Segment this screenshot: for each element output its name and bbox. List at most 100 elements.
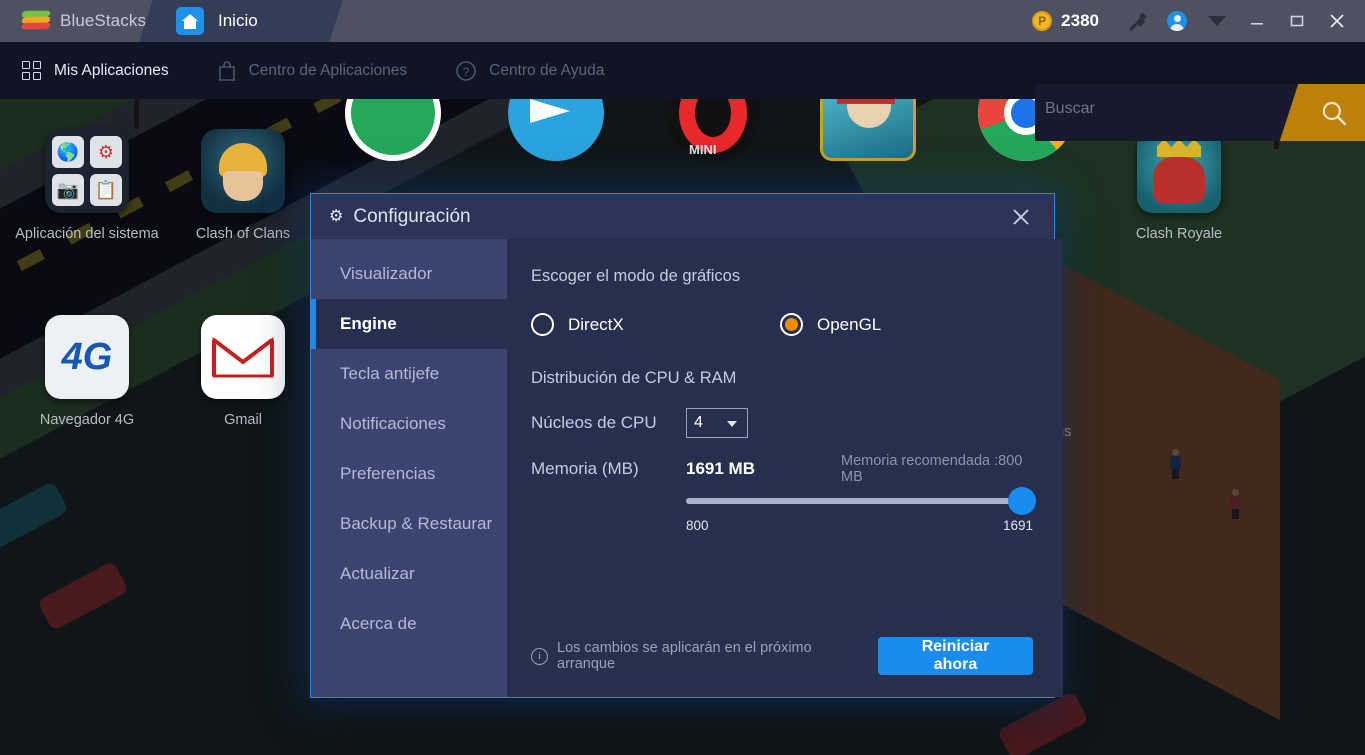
sidebar-item-tecla-antijefe[interactable]: Tecla antijefe bbox=[311, 349, 507, 399]
minimize-button[interactable] bbox=[1237, 0, 1277, 42]
tab-inicio[interactable]: Inicio bbox=[139, 0, 343, 42]
tab-inicio-label: Inicio bbox=[218, 11, 258, 30]
memory-slider-max: 1691 bbox=[1002, 518, 1033, 533]
bag-icon bbox=[218, 60, 235, 81]
brand-area: BlueStacks bbox=[0, 0, 160, 42]
info-icon: i bbox=[531, 647, 548, 665]
sidebar-label-notificaciones: Notificaciones bbox=[340, 414, 446, 433]
app-tile-navegador-4g[interactable]: 4G Navegador 4G bbox=[12, 315, 162, 430]
clash-royale-icon bbox=[1137, 129, 1221, 213]
memory-slider-min: 800 bbox=[686, 518, 709, 533]
memory-slider-ticks: 800 1691 bbox=[686, 518, 1033, 533]
sidebar-label-engine: Engine bbox=[340, 314, 397, 333]
app-tile-clash-of-clans[interactable]: Clash of Clans bbox=[168, 129, 318, 244]
system-app-icon: 🌎 ⚙ 📷 📋 bbox=[45, 129, 129, 213]
clash-of-clans-icon bbox=[201, 129, 285, 213]
coin-icon: P bbox=[1032, 11, 1053, 31]
dialog-sidebar: Visualizador Engine Tecla antijefe Notif… bbox=[311, 239, 507, 697]
memory-slider-thumb[interactable] bbox=[1008, 487, 1036, 515]
sidebar-item-engine[interactable]: Engine bbox=[311, 299, 507, 349]
sidebar-item-preferencias[interactable]: Preferencias bbox=[311, 449, 507, 499]
app-tile-aplicacion-del-sistema[interactable]: 🌎 ⚙ 📷 📋 Aplicación del sistema bbox=[12, 129, 162, 244]
search-icon bbox=[1320, 99, 1348, 127]
avatar-icon[interactable] bbox=[1157, 0, 1197, 42]
bluestacks-logo-icon bbox=[20, 10, 52, 32]
memory-slider-track[interactable] bbox=[686, 498, 1033, 504]
svg-text:?: ? bbox=[463, 65, 470, 79]
nav-item-centro-de-aplicaciones[interactable]: Centro de Aplicaciones bbox=[217, 42, 434, 99]
sidebar-item-acerca-de[interactable]: Acerca de bbox=[311, 599, 507, 649]
restart-now-button[interactable]: Reiniciar ahora bbox=[878, 637, 1033, 675]
maximize-button[interactable] bbox=[1277, 0, 1317, 42]
coin-counter[interactable]: P 2380 bbox=[1032, 11, 1099, 31]
graphics-section-title: Escoger el modo de gráficos bbox=[531, 267, 741, 285]
title-bar: BlueStacks Inicio P 2380 bbox=[0, 0, 1365, 42]
nav-label-centro-de-ayuda: Centro de Ayuda bbox=[489, 61, 605, 79]
cpu-cores-value: 4 bbox=[694, 414, 703, 431]
radio-mark-directx bbox=[531, 313, 554, 336]
close-icon[interactable] bbox=[1004, 200, 1038, 234]
radio-option-directx[interactable]: DirectX bbox=[531, 313, 780, 336]
radio-label-opengl: OpenGL bbox=[817, 314, 882, 334]
grid-icon bbox=[22, 60, 42, 81]
memory-label: Memoria (MB) bbox=[531, 459, 639, 478]
nav-label-mis-aplicaciones: Mis Aplicaciones bbox=[54, 61, 169, 79]
chevron-down-icon[interactable] bbox=[1197, 0, 1237, 42]
sidebar-label-acerca-de: Acerca de bbox=[340, 614, 417, 633]
memory-value: 1691 MB bbox=[686, 459, 755, 478]
nav-item-mis-aplicaciones[interactable]: Mis Aplicaciones bbox=[22, 42, 195, 99]
app-tile-gmail[interactable]: Gmail bbox=[168, 315, 318, 430]
cpu-cores-label: Núcleos de CPU bbox=[531, 413, 657, 432]
dialog-header: ⚙ Configuración bbox=[311, 194, 1054, 239]
settings-dialog: ⚙ Configuración Visualizador Engine Tecl… bbox=[310, 193, 1063, 698]
sidebar-item-visualizador[interactable]: Visualizador bbox=[311, 249, 507, 299]
home-icon bbox=[176, 7, 204, 35]
sidebar-item-backup-restaurar[interactable]: Backup & Restaurar bbox=[311, 499, 507, 549]
sidebar-label-backup-restaurar: Backup & Restaurar bbox=[340, 514, 493, 533]
cpu-ram-section-title: Distribución de CPU & RAM bbox=[531, 369, 737, 387]
radio-option-opengl[interactable]: OpenGL bbox=[780, 313, 881, 336]
search-input[interactable] bbox=[1045, 100, 1245, 118]
app-label-clash-royale: Clash Royale bbox=[1135, 226, 1223, 242]
sidebar-item-actualizar[interactable]: Actualizar bbox=[311, 549, 507, 599]
chevron-down-icon bbox=[727, 421, 737, 427]
app-label-gmail: Gmail bbox=[224, 412, 262, 428]
brush-icon[interactable] bbox=[1117, 0, 1157, 42]
sidebar-label-tecla-antijefe: Tecla antijefe bbox=[340, 364, 440, 383]
dialog-footer: i Los cambios se aplicarán en el próximo… bbox=[531, 637, 1033, 697]
memory-slider[interactable]: 800 1691 bbox=[686, 487, 1036, 533]
sidebar-label-preferencias: Preferencias bbox=[340, 464, 436, 483]
dialog-content: Escoger el modo de gráficos DirectX Open… bbox=[507, 239, 1063, 697]
search-area bbox=[1035, 84, 1365, 141]
dialog-title: Configuración bbox=[353, 205, 471, 227]
question-circle-icon: ? bbox=[456, 60, 476, 81]
memory-recommended-label: Memoria recomendada :800 MB bbox=[841, 453, 1023, 485]
memory-row: Memoria (MB) 1691 MB Memoria recomendada… bbox=[531, 453, 1033, 485]
nav-label-centro-de-aplicaciones: Centro de Aplicaciones bbox=[248, 61, 408, 79]
app-tile-clash-royale[interactable]: Clash Royale bbox=[1104, 129, 1254, 244]
footer-note-text: Los cambios se aplicarán en el próximo a… bbox=[557, 640, 812, 672]
radio-label-directx: DirectX bbox=[568, 314, 624, 334]
cpu-cores-row: Núcleos de CPU 4 bbox=[531, 408, 1033, 438]
game-icon[interactable] bbox=[820, 99, 916, 161]
titlebar-controls: P 2380 bbox=[1032, 0, 1365, 42]
cpu-cores-select[interactable]: 4 bbox=[686, 408, 748, 438]
footer-note: i Los cambios se aplicarán en el próximo… bbox=[531, 640, 860, 672]
sidebar-item-notificaciones[interactable]: Notificaciones bbox=[311, 399, 507, 449]
app-label-aplicacion-del-sistema: Aplicación del sistema bbox=[15, 226, 159, 242]
brand-label: BlueStacks bbox=[60, 11, 147, 30]
four-g-browser-icon: 4G bbox=[45, 315, 129, 399]
nav-item-centro-de-ayuda[interactable]: ? Centro de Ayuda bbox=[455, 42, 630, 99]
sidebar-label-visualizador: Visualizador bbox=[340, 264, 433, 283]
opera-mini-badge: MINI bbox=[689, 142, 717, 157]
gmail-icon bbox=[201, 315, 285, 399]
close-button[interactable] bbox=[1317, 0, 1357, 42]
sidebar-label-actualizar: Actualizar bbox=[340, 564, 415, 583]
nav-bar: Mis Aplicaciones Centro de Aplicaciones … bbox=[0, 42, 1365, 141]
coin-count-label: 2380 bbox=[1061, 11, 1099, 30]
radio-mark-opengl bbox=[780, 313, 803, 336]
app-label-navegador-4g: Navegador 4G bbox=[39, 412, 135, 428]
graphics-mode-radio-group: DirectX OpenGL bbox=[531, 313, 1033, 336]
gear-icon: ⚙ bbox=[329, 207, 344, 225]
app-label-clash-of-clans: Clash of Clans bbox=[195, 226, 291, 242]
